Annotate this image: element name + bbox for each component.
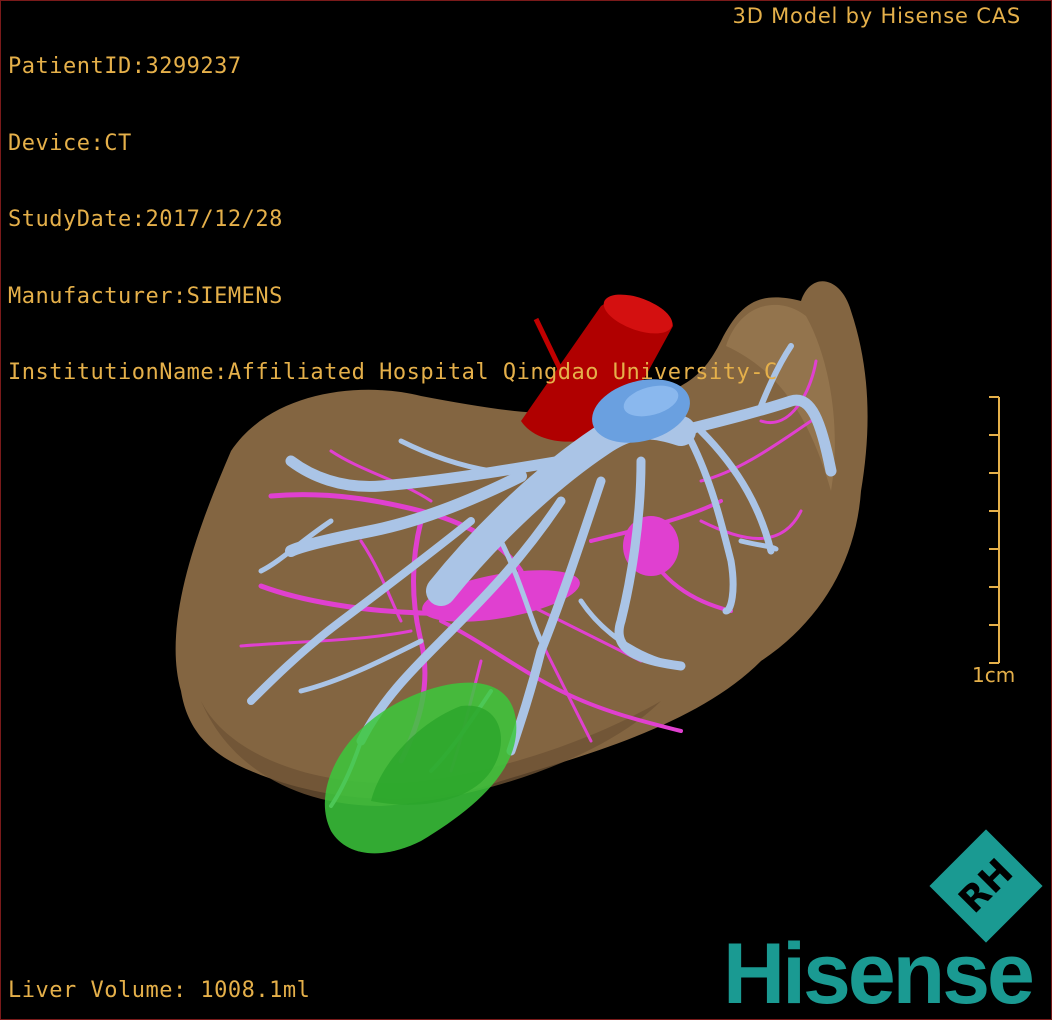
institution-text: InstitutionName:Affiliated Hospital Qing… — [8, 360, 778, 385]
device-text: Device:CT — [8, 130, 132, 156]
scale-bar — [989, 396, 1000, 664]
study-date-text: StudyDate:2017/12/28 — [8, 207, 283, 232]
manufacturer-text: Manufacturer:SIEMENS — [8, 283, 283, 309]
3d-viewport[interactable]: PatientID:3299237 Device:CT StudyDate:20… — [0, 0, 1052, 1020]
scale-bar-label: 1cm — [972, 663, 1016, 687]
liver-volume-text: Liver Volume: 1008.1ml — [8, 978, 311, 1003]
model-credit-text: 3D Model by Hisense CAS — [732, 4, 1021, 28]
study-info-overlay: PatientID:3299237 Device:CT StudyDate:20… — [8, 3, 778, 437]
hisense-logo: Hisense — [723, 926, 1035, 1020]
patient-id-text: PatientID:3299237 — [8, 54, 242, 79]
